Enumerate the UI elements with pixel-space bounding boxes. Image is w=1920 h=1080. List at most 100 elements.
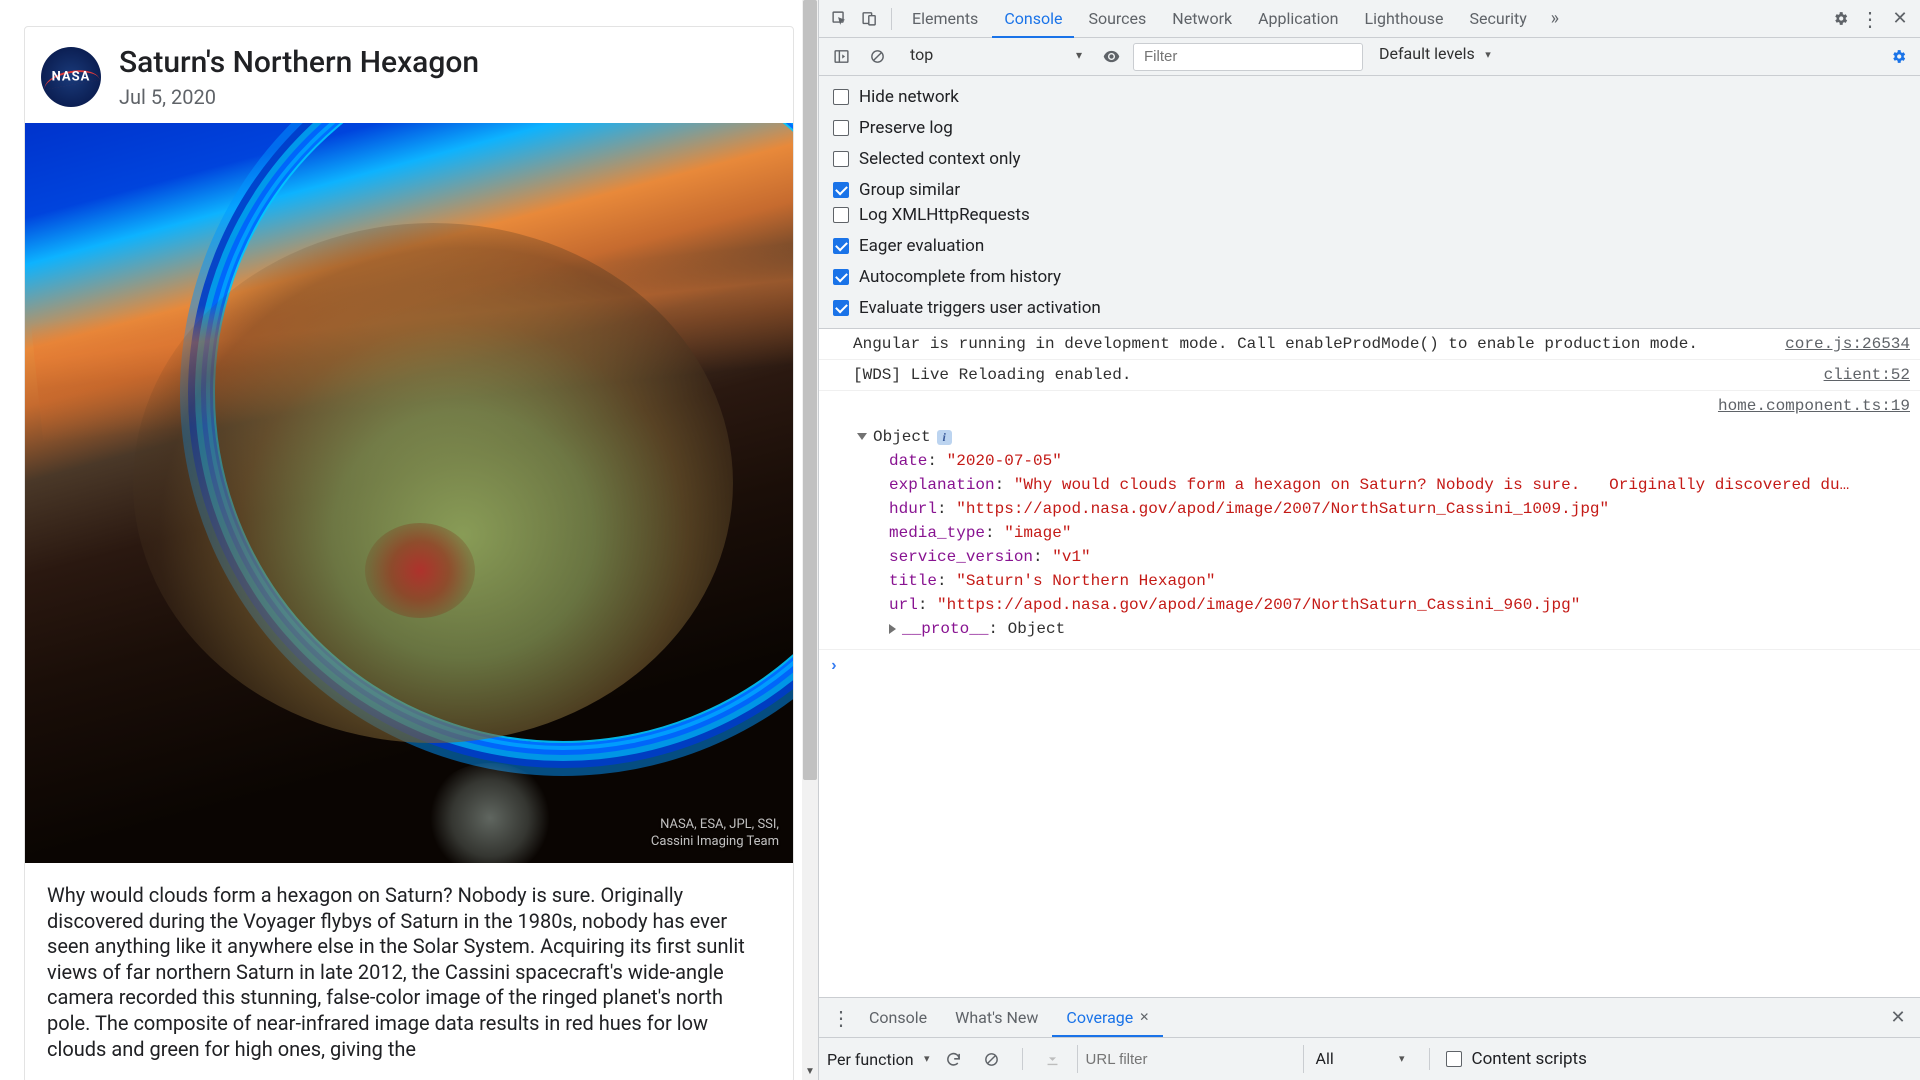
chk-hide-network[interactable]: Hide network — [833, 87, 1383, 107]
info-icon[interactable]: i — [937, 430, 952, 445]
inspect-icon[interactable] — [825, 5, 853, 33]
log-source-link[interactable]: home.component.ts:19 — [1708, 394, 1910, 418]
chk-selected-context[interactable]: Selected context only — [833, 149, 1383, 169]
app-content: Saturn's Northern Hexagon Jul 5, 2020 NA… — [0, 0, 818, 1080]
reload-icon[interactable] — [940, 1045, 968, 1073]
chk-preserve-log[interactable]: Preserve log — [833, 118, 1383, 138]
prop-value: "https://apod.nasa.gov/apod/image/2007/N… — [956, 500, 1609, 518]
live-expression-icon[interactable] — [1097, 43, 1125, 71]
prop-value: "Why would clouds form a hexagon on Satu… — [1014, 476, 1849, 494]
image-credit: NASA, ESA, JPL, SSI, Cassini Imaging Tea… — [651, 817, 779, 851]
kebab-icon[interactable]: ⋮ — [1856, 5, 1884, 33]
tab-elements[interactable]: Elements — [900, 0, 990, 38]
filter-input[interactable] — [1133, 43, 1363, 71]
chk-label: Log XMLHttpRequests — [859, 205, 1030, 225]
prop-line: service_version: "v1" — [889, 545, 1908, 569]
tab-sources[interactable]: Sources — [1076, 0, 1158, 38]
close-icon[interactable]: ✕ — [1139, 1010, 1149, 1024]
kebab-icon[interactable]: ⋮ — [827, 1004, 855, 1032]
drawer-tabbar: ⋮ Console What's New Coverage ✕ ✕ — [819, 998, 1920, 1038]
scrollbar[interactable]: ▼ — [802, 0, 818, 1080]
chk-content-scripts[interactable]: Content scripts — [1446, 1049, 1587, 1069]
object-header[interactable]: Objecti — [857, 425, 1908, 449]
export-icon[interactable] — [1039, 1045, 1067, 1073]
chk-label: Group similar — [859, 180, 960, 200]
drawer-tab-whatsnew[interactable]: What's New — [941, 999, 1052, 1037]
drawer-tab-console[interactable]: Console — [855, 999, 941, 1037]
prop-value: "2020-07-05" — [947, 452, 1062, 470]
proto-value: Object — [1008, 620, 1066, 638]
per-function-select[interactable]: Per function — [827, 1050, 930, 1069]
tab-application[interactable]: Application — [1246, 0, 1350, 38]
levels-select[interactable]: Default levels — [1371, 44, 1495, 70]
object-properties: date: "2020-07-05" explanation: "Why wou… — [857, 449, 1908, 641]
prop-line: url: "https://apod.nasa.gov/apod/image/2… — [889, 593, 1908, 617]
console-settings-gear-icon[interactable] — [1884, 43, 1912, 71]
chk-label: Selected context only — [859, 149, 1021, 169]
chk-group-similar[interactable]: Group similar — [833, 180, 1383, 200]
log-message: Angular is running in development mode. … — [853, 332, 1775, 356]
expand-down-icon[interactable] — [857, 433, 867, 440]
chk-log-xhr[interactable]: Log XMLHttpRequests — [833, 205, 1383, 225]
tab-lighthouse[interactable]: Lighthouse — [1352, 0, 1455, 38]
context-value: top — [910, 45, 933, 64]
context-select[interactable]: top — [899, 44, 1089, 70]
tab-console[interactable]: Console — [992, 0, 1074, 38]
log-source-link[interactable]: client:52 — [1814, 363, 1910, 387]
more-tabs-icon[interactable]: » — [1541, 5, 1569, 33]
drawer-tab-coverage[interactable]: Coverage ✕ — [1052, 999, 1163, 1037]
console-object: Objecti date: "2020-07-05" explanation: … — [819, 421, 1920, 650]
device-toggle-icon[interactable] — [855, 5, 883, 33]
expand-right-icon[interactable] — [889, 624, 896, 634]
sidebar-toggle-icon[interactable] — [827, 43, 855, 71]
article-date: Jul 5, 2020 — [119, 85, 479, 109]
console-settings: Hide network Preserve log Selected conte… — [819, 76, 1920, 329]
article-card: Saturn's Northern Hexagon Jul 5, 2020 NA… — [24, 26, 794, 1080]
clear-icon[interactable] — [978, 1045, 1006, 1073]
scrollbar-thumb[interactable] — [803, 0, 817, 780]
levels-value: Default levels — [1379, 44, 1475, 63]
prop-line: media_type: "image" — [889, 521, 1908, 545]
prop-value: "image" — [1004, 524, 1071, 542]
console-toolbar: top Default levels — [819, 38, 1920, 76]
log-row: Angular is running in development mode. … — [819, 329, 1920, 360]
log-source-link[interactable]: core.js:26534 — [1775, 332, 1910, 356]
nasa-logo — [41, 47, 101, 107]
clear-console-icon[interactable] — [863, 43, 891, 71]
object-label: Object — [873, 428, 931, 446]
gear-icon[interactable] — [1826, 5, 1854, 33]
log-message: [WDS] Live Reloading enabled. — [853, 363, 1814, 387]
scroll-down-icon[interactable]: ▼ — [802, 1064, 818, 1080]
chk-label: Autocomplete from history — [859, 267, 1061, 287]
prop-line: explanation: "Why would clouds form a he… — [889, 473, 1908, 497]
prop-proto[interactable]: __proto__: Object — [889, 617, 1908, 641]
url-filter-input[interactable] — [1077, 1045, 1293, 1073]
tab-security[interactable]: Security — [1458, 0, 1539, 38]
devtools-drawer: ⋮ Console What's New Coverage ✕ ✕ Per fun… — [819, 997, 1920, 1080]
console-prompt[interactable]: › — [819, 650, 1920, 682]
devtools-tabbar: Elements Console Sources Network Applica… — [819, 0, 1920, 38]
prop-value: "https://apod.nasa.gov/apod/image/2007/N… — [937, 596, 1580, 614]
prop-line: title: "Saturn's Northern Hexagon" — [889, 569, 1908, 593]
chk-label: Content scripts — [1472, 1049, 1587, 1069]
close-icon[interactable]: ✕ — [1884, 1004, 1912, 1032]
chk-autocomplete[interactable]: Autocomplete from history — [833, 267, 1383, 287]
type-filter-select[interactable]: All — [1303, 1045, 1413, 1073]
chk-label: Evaluate triggers user activation — [859, 298, 1101, 318]
type-filter-label: All — [1316, 1049, 1334, 1068]
coverage-toolbar: Per function All Content scripts — [819, 1038, 1920, 1080]
log-row: home.component.ts:19 — [819, 391, 1920, 421]
chk-eager-eval[interactable]: Eager evaluation — [833, 236, 1383, 256]
tab-network[interactable]: Network — [1160, 0, 1244, 38]
prop-value: "Saturn's Northern Hexagon" — [956, 572, 1215, 590]
chk-eval-triggers[interactable]: Evaluate triggers user activation — [833, 298, 1383, 318]
drawer-tab-label: Coverage — [1066, 1008, 1133, 1027]
prop-line: hdurl: "https://apod.nasa.gov/apod/image… — [889, 497, 1908, 521]
close-icon[interactable]: ✕ — [1886, 5, 1914, 33]
chk-label: Eager evaluation — [859, 236, 984, 256]
prop-line: date: "2020-07-05" — [889, 449, 1908, 473]
chk-label: Hide network — [859, 87, 959, 107]
devtools-panel: Elements Console Sources Network Applica… — [818, 0, 1920, 1080]
card-header: Saturn's Northern Hexagon Jul 5, 2020 — [25, 27, 793, 123]
per-fn-label: Per function — [827, 1050, 914, 1069]
